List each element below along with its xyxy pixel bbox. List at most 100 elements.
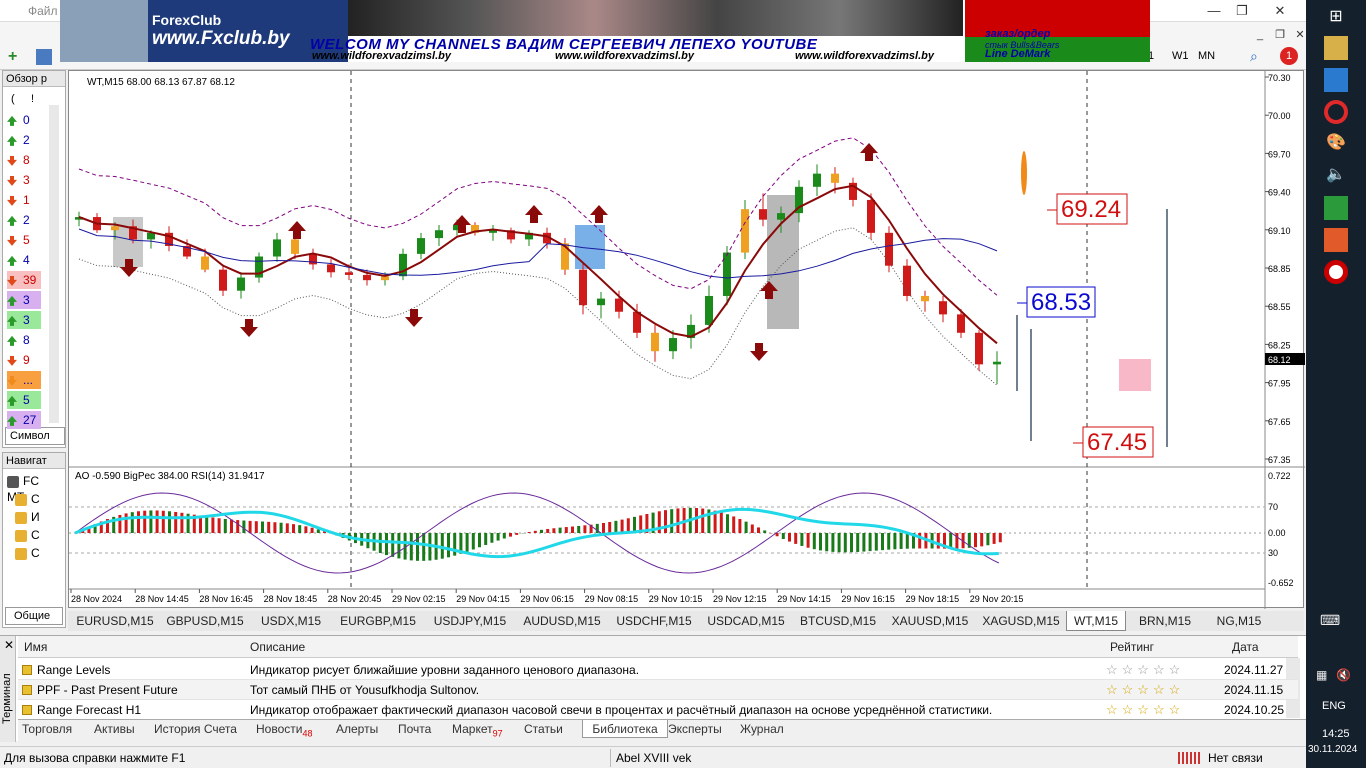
paint-icon[interactable]: 🎨	[1324, 132, 1348, 156]
ao-bar	[701, 508, 705, 533]
col-name[interactable]: Имя	[24, 640, 47, 654]
notification-badge[interactable]: 1	[1280, 47, 1298, 65]
terminal-tab[interactable]: Активы	[94, 722, 154, 736]
symbol-tab[interactable]: XAUUSD,M15	[884, 611, 976, 631]
market-row[interactable]: 1	[7, 191, 41, 209]
windows-taskbar: ⊞ 🎨 🔈 ⌨ ▦ 🔇 ENG 14:25 30.11.2024	[1306, 0, 1366, 768]
arrow-down-icon	[7, 155, 17, 166]
market-row[interactable]: 8	[7, 151, 41, 169]
market-row[interactable]: 39	[7, 271, 41, 289]
terminal-tab[interactable]: История Счета	[154, 722, 256, 736]
symbol-tab[interactable]: BRN,M15	[1126, 611, 1204, 631]
restore-button[interactable]: ❐	[1230, 2, 1254, 20]
search-icon[interactable]: ⌕	[1250, 48, 1258, 65]
symbol-tab[interactable]: BTCUSD,M15	[792, 611, 884, 631]
navigator-item[interactable]: С	[15, 545, 65, 561]
ao-bar	[242, 520, 246, 533]
terminal-tab[interactable]: Маркет97	[452, 722, 524, 738]
signal-up-arrow-icon	[288, 221, 306, 239]
mw-scrollbar[interactable]	[49, 105, 59, 423]
market-row[interactable]: 0	[7, 111, 41, 129]
indicator-icon	[22, 685, 32, 695]
navigator-item[interactable]: И	[15, 509, 65, 525]
price-chart[interactable]: 70.30 70.00 69.70 69.40 69.10 68.85 68.55 68.25…	[69, 71, 1305, 609]
tf-w1[interactable]: W1	[1172, 50, 1189, 62]
market-row[interactable]: 3	[7, 311, 41, 329]
col-rating[interactable]: Рейтинг	[1110, 640, 1154, 654]
ao-bar	[794, 533, 798, 544]
explorer-icon[interactable]	[1324, 36, 1348, 60]
opera-icon[interactable]	[1324, 100, 1348, 124]
clock-date[interactable]: 30.11.2024	[1308, 744, 1357, 755]
tab-symbols[interactable]: Символ	[5, 427, 65, 445]
library-row[interactable]: Range Levels Индикатор рисует ближайшие у…	[18, 660, 1298, 680]
minimize-button[interactable]: —	[1202, 2, 1226, 20]
terminal-tab[interactable]: Статьи	[524, 722, 582, 736]
market-row[interactable]: 3	[7, 291, 41, 309]
market-row[interactable]: ...	[7, 371, 41, 389]
terminal-tab-label: Алерты	[336, 722, 379, 736]
symbol-tab[interactable]: GBPUSD,M15	[160, 611, 250, 631]
market-row[interactable]: 3	[7, 171, 41, 189]
tab-general[interactable]: Общие	[5, 607, 63, 625]
candle-body	[435, 230, 443, 239]
symbol-tab[interactable]: XAGUSD,M15	[976, 611, 1066, 631]
symbol-tab[interactable]: USDCHF,M15	[608, 611, 700, 631]
record-icon[interactable]	[1324, 260, 1348, 284]
terminal-tab[interactable]: Алерты	[336, 722, 398, 736]
symbol-tab[interactable]: EURGBP,M15	[332, 611, 424, 631]
symbol-tab[interactable]: USDJPY,M15	[424, 611, 516, 631]
lang-indicator[interactable]: ENG	[1322, 700, 1346, 712]
navigator-item[interactable]: С	[15, 491, 65, 507]
windows-start-icon[interactable]: ⊞	[1324, 6, 1348, 30]
symbol-tab[interactable]: USDCAD,M15	[700, 611, 792, 631]
market-row-value: ...	[23, 373, 34, 387]
col-date[interactable]: Дата	[1232, 640, 1259, 654]
symbol-tab[interactable]: NG,M15	[1204, 611, 1274, 631]
navigator-item[interactable]: FC MT	[7, 473, 57, 504]
close-window-button[interactable]: ✕	[1268, 2, 1292, 20]
app-icon[interactable]	[1324, 68, 1348, 92]
new-order-icon[interactable]: +	[8, 48, 26, 66]
rating-stars: ☆☆☆☆☆	[1106, 662, 1185, 677]
app2-icon[interactable]	[1324, 228, 1348, 252]
symbol-tab[interactable]: WT,M15	[1066, 611, 1126, 631]
volume-icon[interactable]: 🔈	[1324, 164, 1348, 188]
ao-bar	[998, 533, 1002, 543]
chart-area[interactable]: 70.30 70.00 69.70 69.40 69.10 68.85 68.55 68.25…	[68, 70, 1305, 609]
candle-body	[741, 209, 749, 253]
navigator-item[interactable]: С	[15, 527, 65, 543]
keyboard-icon[interactable]: ⌨	[1320, 612, 1352, 630]
market-row[interactable]: 2	[7, 211, 41, 229]
market-row[interactable]: 5	[7, 391, 41, 409]
calculator-icon[interactable]	[1324, 196, 1348, 220]
market-row[interactable]: 5	[7, 231, 41, 249]
clock-time[interactable]: 14:25	[1322, 728, 1350, 740]
library-row[interactable]: PPF - Past Present Future Тот самый ПНБ о…	[18, 680, 1298, 700]
terminal-close-icon[interactable]: ✕	[4, 638, 14, 652]
ao-bar	[236, 520, 240, 533]
symbol-tab[interactable]: USDX,M15	[250, 611, 332, 631]
market-row[interactable]: 27	[7, 411, 41, 429]
terminal-tab[interactable]: Почта	[398, 722, 452, 736]
library-row[interactable]: Range Forecast H1 Индикатор отображает фа…	[18, 700, 1298, 720]
tf-mn[interactable]: MN	[1198, 50, 1215, 62]
symbol-tab[interactable]: EURUSD,M15	[70, 611, 160, 631]
arrow-down-icon	[7, 235, 17, 246]
chart-icon[interactable]	[36, 49, 52, 65]
terminal-tab[interactable]: Новости48	[256, 722, 336, 738]
market-row[interactable]: 8	[7, 331, 41, 349]
network-icon[interactable]: ▦	[1316, 668, 1332, 684]
market-row[interactable]: 4	[7, 251, 41, 269]
terminal-tab[interactable]: Библиотека	[582, 720, 668, 738]
market-row[interactable]: 2	[7, 131, 41, 149]
menu-file[interactable]: Файл	[28, 4, 58, 18]
col-desc[interactable]: Описание	[250, 640, 305, 654]
symbol-tab[interactable]: AUDUSD,M15	[516, 611, 608, 631]
terminal-tab[interactable]: Журнал	[740, 722, 800, 736]
terminal-tab[interactable]: Эксперты	[668, 722, 740, 736]
terminal-tab[interactable]: Торговля	[22, 722, 94, 736]
speaker-icon[interactable]: 🔇	[1336, 668, 1352, 684]
market-row[interactable]: 9	[7, 351, 41, 369]
ao-bar	[316, 529, 320, 533]
